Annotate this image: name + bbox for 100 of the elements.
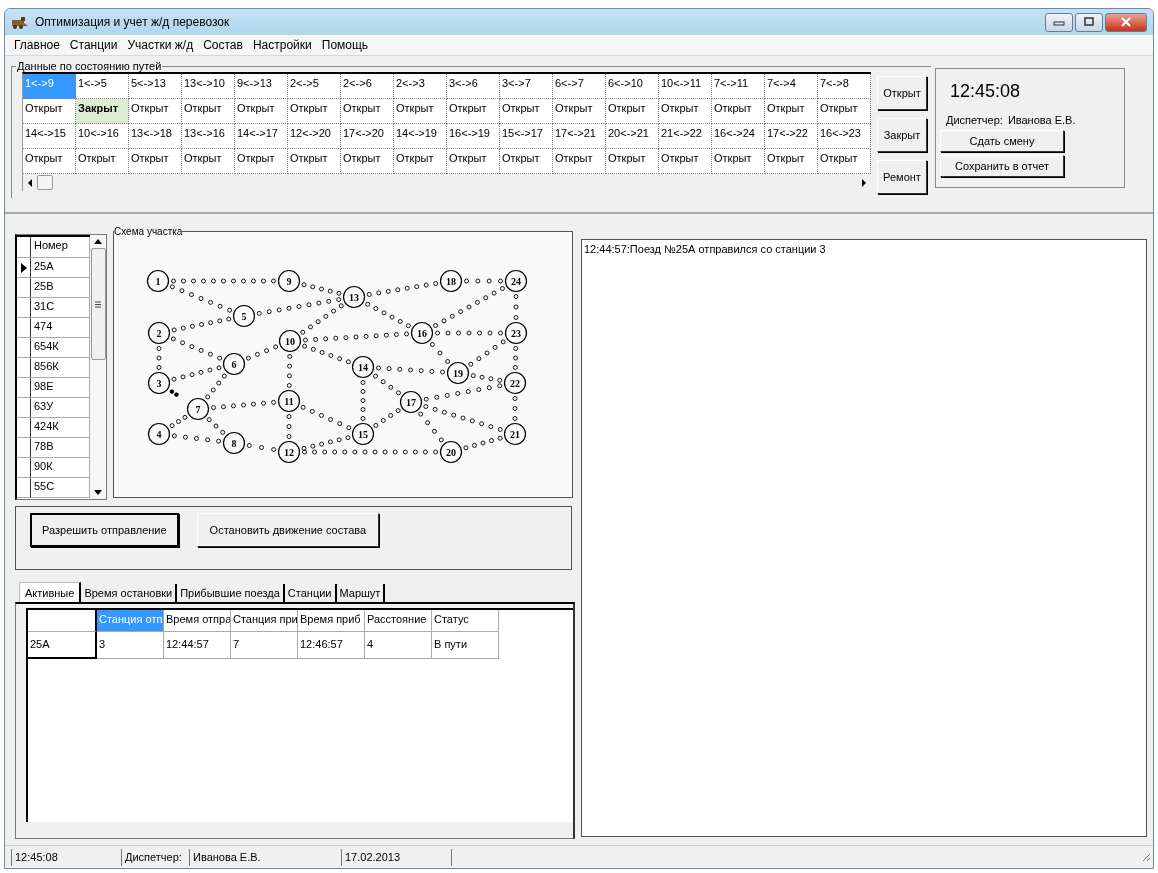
- scroll-down-icon[interactable]: [94, 490, 102, 495]
- segment-cell[interactable]: 16<->24: [712, 124, 765, 149]
- close-button[interactable]: [1105, 12, 1147, 32]
- station-circle[interactable]: [146, 269, 170, 293]
- segment-cell[interactable]: 3<->6: [447, 74, 500, 99]
- station-circle[interactable]: [186, 397, 210, 421]
- segment-cell[interactable]: 5<->13: [129, 74, 182, 99]
- segment-cell[interactable]: 13<->18: [129, 124, 182, 149]
- status-cell[interactable]: Открыт: [712, 99, 765, 124]
- scroll-up-icon[interactable]: [94, 239, 102, 244]
- station-circle[interactable]: [277, 440, 301, 464]
- station-circle[interactable]: [410, 321, 434, 345]
- status-cell[interactable]: Открыт: [712, 149, 765, 174]
- status-cell[interactable]: Открыт: [288, 149, 341, 174]
- station-circle[interactable]: [504, 269, 528, 293]
- segment-cell[interactable]: 7<->4: [765, 74, 818, 99]
- status-cell[interactable]: Открыт: [606, 99, 659, 124]
- status-cell[interactable]: Закрыт: [76, 99, 129, 124]
- segment-cell[interactable]: 7<->11: [712, 74, 765, 99]
- scrollbar-thumb[interactable]: [37, 175, 53, 190]
- status-cell[interactable]: Открыт: [23, 99, 76, 124]
- station-circle[interactable]: [277, 389, 301, 413]
- status-cell[interactable]: Открыт: [76, 149, 129, 174]
- segment-cell[interactable]: 15<->17: [500, 124, 553, 149]
- station-circle[interactable]: [342, 285, 366, 309]
- menu-item[interactable]: Настройки: [247, 38, 317, 52]
- segment-cell[interactable]: 7<->8: [818, 74, 871, 99]
- station-circle[interactable]: [232, 304, 256, 328]
- status-cell[interactable]: Открыт: [341, 99, 394, 124]
- vertical-scrollbar[interactable]: [90, 235, 106, 499]
- segment-cell[interactable]: 1<->5: [76, 74, 129, 99]
- resize-grip-icon[interactable]: [1141, 852, 1151, 862]
- station-circle[interactable]: [351, 355, 375, 379]
- tab[interactable]: Станции: [284, 584, 337, 602]
- status-cell[interactable]: Открыт: [659, 99, 712, 124]
- segment-cell[interactable]: 2<->5: [288, 74, 341, 99]
- menu-item[interactable]: Состав: [198, 38, 248, 52]
- segment-cell[interactable]: 14<->17: [235, 124, 288, 149]
- tab[interactable]: Время остановки: [81, 584, 178, 602]
- segment-cell[interactable]: 9<->13: [235, 74, 288, 99]
- menu-item[interactable]: Помощь: [316, 38, 374, 52]
- segment-cell[interactable]: 16<->19: [447, 124, 500, 149]
- station-circle[interactable]: [222, 352, 246, 376]
- station-circle[interactable]: [503, 422, 527, 446]
- station-circle[interactable]: [351, 422, 375, 446]
- column-header[interactable]: Станция при: [231, 610, 298, 632]
- status-cell[interactable]: Открыт: [235, 99, 288, 124]
- station-circle[interactable]: [277, 269, 301, 293]
- status-cell[interactable]: Открыт: [818, 149, 871, 174]
- status-cell[interactable]: Открыт: [394, 99, 447, 124]
- scrollbar-thumb[interactable]: [90, 248, 106, 360]
- status-button[interactable]: Закрыт: [877, 118, 927, 152]
- segment-cell[interactable]: 13<->16: [182, 124, 235, 149]
- status-cell[interactable]: Открыт: [447, 99, 500, 124]
- status-cell[interactable]: Открыт: [500, 149, 553, 174]
- shift-button[interactable]: Сохранить в отчет: [940, 155, 1064, 177]
- segment-cell[interactable]: 10<->11: [659, 74, 712, 99]
- scroll-left-icon[interactable]: [27, 178, 33, 187]
- status-cell[interactable]: Открыт: [129, 149, 182, 174]
- menu-item[interactable]: Станции: [64, 38, 123, 52]
- action-button[interactable]: Разрешить отправление: [30, 513, 179, 547]
- status-cell[interactable]: Открыт: [182, 99, 235, 124]
- status-cell[interactable]: Открыт: [606, 149, 659, 174]
- status-cell[interactable]: Открыт: [182, 149, 235, 174]
- station-circle[interactable]: [222, 431, 246, 455]
- row-header[interactable]: 25А: [28, 632, 97, 659]
- column-header[interactable]: Время приб: [298, 610, 365, 632]
- segment-cell[interactable]: 6<->10: [606, 74, 659, 99]
- segment-cell[interactable]: 16<->23: [818, 124, 871, 149]
- scroll-right-icon[interactable]: [861, 178, 867, 187]
- status-button[interactable]: Ремонт: [877, 160, 927, 194]
- status-cell[interactable]: Открыт: [129, 99, 182, 124]
- station-circle[interactable]: [147, 371, 171, 395]
- status-cell[interactable]: Открыт: [288, 99, 341, 124]
- status-cell[interactable]: Открыт: [341, 149, 394, 174]
- action-button[interactable]: Остановить движение состава: [196, 513, 380, 547]
- status-cell[interactable]: Открыт: [394, 149, 447, 174]
- status-cell[interactable]: Открыт: [818, 99, 871, 124]
- tab[interactable]: Активные: [19, 582, 82, 602]
- status-cell[interactable]: Открыт: [553, 149, 606, 174]
- segment-cell[interactable]: 10<->16: [76, 124, 129, 149]
- maximize-button[interactable]: [1075, 12, 1103, 32]
- station-circle[interactable]: [503, 371, 527, 395]
- segment-cell[interactable]: 14<->19: [394, 124, 447, 149]
- segment-cell[interactable]: 3<->7: [500, 74, 553, 99]
- column-header[interactable]: Расстояние: [365, 610, 432, 632]
- status-cell[interactable]: Открыт: [553, 99, 606, 124]
- status-cell[interactable]: Открыт: [447, 149, 500, 174]
- segment-cell[interactable]: 12<->20: [288, 124, 341, 149]
- station-circle[interactable]: [147, 321, 171, 345]
- segment-cell[interactable]: 20<->21: [606, 124, 659, 149]
- station-circle[interactable]: [504, 321, 528, 345]
- tab[interactable]: Маршут: [336, 584, 386, 602]
- menu-item[interactable]: Участки ж/д: [122, 38, 199, 52]
- station-circle[interactable]: [147, 422, 171, 446]
- station-circle[interactable]: [278, 329, 302, 353]
- minimize-button[interactable]: [1045, 12, 1073, 32]
- status-cell[interactable]: Открыт: [765, 149, 818, 174]
- station-circle[interactable]: [446, 361, 470, 385]
- column-header[interactable]: Статус: [432, 610, 499, 632]
